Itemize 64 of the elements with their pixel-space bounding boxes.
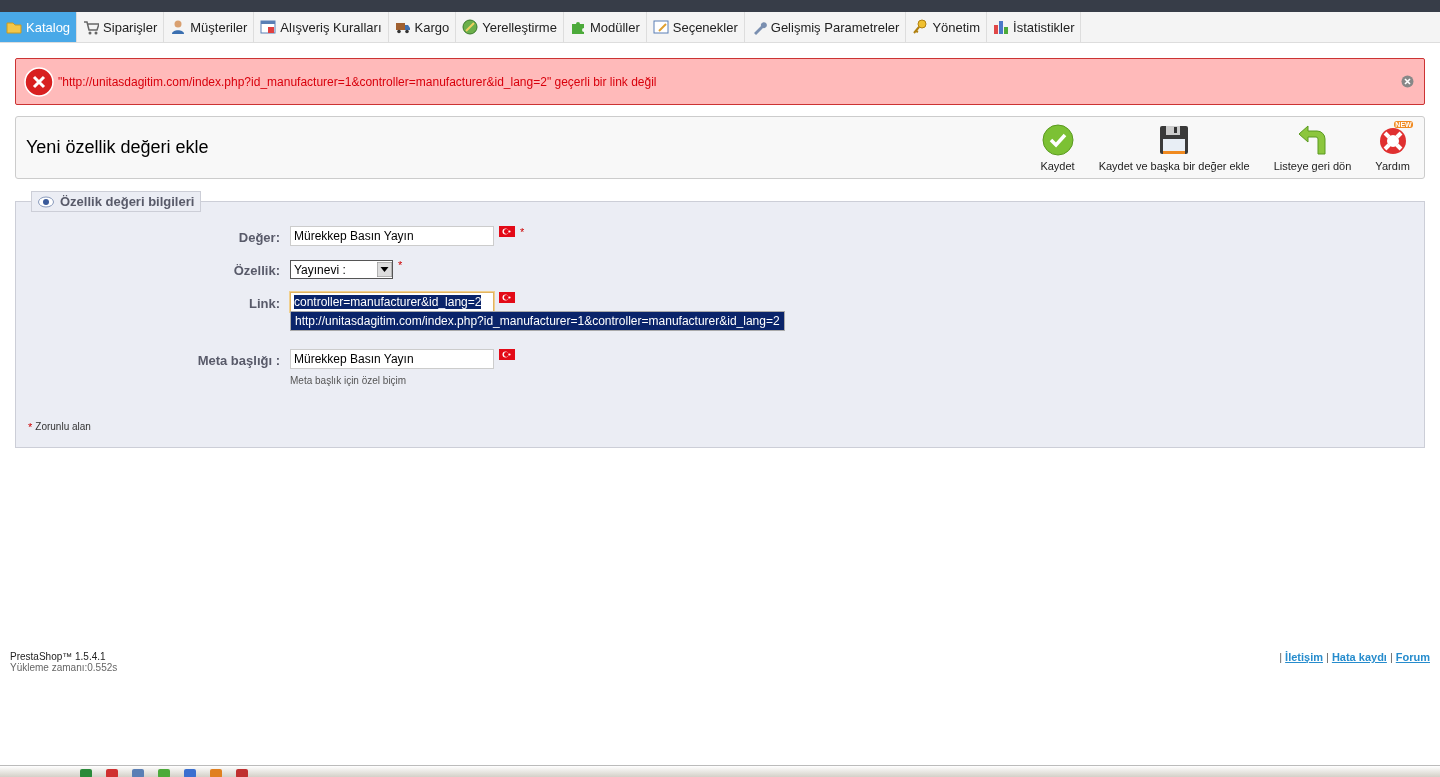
input-field[interactable]: Mürekkep Basın Yayın [290, 349, 494, 369]
error-icon [24, 66, 54, 97]
error-message: "http://unitasdagitim.com/index.php?id_manufacturer=1&controller=manufacturer&id_lang=2" geçerli bir link değil [58, 74, 658, 89]
nav-tab[interactable]: İstatistikler [987, 12, 1082, 42]
flag-icon [499, 349, 515, 360]
autocomplete-suggestion[interactable]: http://unitasdagitim.com/index.php?id_manufacturer=1&controller=manufacturer&id_lang=2 [290, 311, 785, 331]
toolbar-button[interactable]: Listeye geri dön [1269, 123, 1356, 172]
input-field[interactable]: controller=manufacturer&id_lang=2 [290, 292, 494, 312]
nav-tab[interactable]: Modüller [563, 12, 647, 42]
required-mark: * [398, 259, 403, 271]
person-icon [170, 19, 187, 35]
app-icon[interactable] [132, 769, 144, 777]
flag-icon [499, 292, 515, 303]
required-note: Zorunlu alan [35, 421, 91, 433]
nav-tab[interactable]: Alışveriş Kuralları [254, 12, 389, 42]
flag-icon [499, 226, 515, 237]
folder-icon [6, 19, 22, 35]
close-button[interactable] [1401, 75, 1414, 88]
page-title: Yeni özellik değeri ekle [26, 137, 210, 158]
app-icon[interactable] [106, 769, 118, 777]
required-mark: * [28, 421, 33, 433]
bar-chart-icon [993, 19, 1010, 35]
return-arrow-icon [1296, 123, 1329, 156]
nav-tab[interactable]: Yönetim [906, 12, 988, 42]
nav-tab[interactable]: Yerelleştirme [456, 12, 564, 42]
field-hint: Meta başlık için özel biçim [290, 374, 407, 386]
app-icon[interactable] [236, 769, 248, 777]
nav-tab[interactable]: Kargo [388, 12, 457, 42]
toolbar-button[interactable]: Kaydet ve başka bir değer ekle [1094, 123, 1254, 172]
app-icon[interactable] [158, 769, 170, 777]
toolbar-button[interactable]: Kaydet [1036, 123, 1079, 172]
field-label: Link: [247, 295, 280, 312]
puzzle-icon [569, 19, 586, 35]
app-icon[interactable] [210, 769, 222, 777]
nav-tab[interactable]: Gelişmiş Parametreler [744, 12, 907, 42]
caret-icon [377, 262, 392, 277]
app-icon[interactable] [184, 769, 196, 777]
field-label: Meta başlığı : [196, 352, 280, 370]
dropdown[interactable]: Yayınevi : [290, 260, 393, 279]
footer-link[interactable]: Forum [1395, 651, 1430, 673]
separator: | [1389, 651, 1393, 665]
field-label: Değer: [237, 229, 280, 246]
app-icon[interactable] [80, 769, 92, 777]
globe-icon [462, 19, 479, 35]
form-icon [652, 19, 669, 35]
required-mark: * [520, 226, 525, 238]
check-icon [1041, 123, 1074, 156]
load-time-text: Yükleme zamanı:0.552s [10, 662, 118, 673]
footer-link[interactable]: Hata kaydı [1331, 651, 1387, 673]
section-legend: Özellik değeri bilgileri [31, 191, 202, 212]
nav-tab[interactable]: Siparişler [77, 12, 165, 42]
version-text: PrestaShop™ 1.5.4.1 [10, 651, 106, 662]
key-icon [912, 19, 929, 35]
separator: | [1279, 651, 1283, 665]
field-label: Özellik: [232, 262, 280, 279]
nav-tab[interactable]: Müşteriler [164, 12, 255, 42]
cart-icon [83, 19, 100, 35]
separator: | [1326, 651, 1329, 665]
eye-icon [38, 195, 54, 208]
footer-link[interactable]: İletişim [1285, 651, 1323, 673]
window-icon [260, 19, 277, 35]
nav-tab[interactable]: Seçenekler [646, 12, 745, 42]
input-field[interactable]: Mürekkep Basın Yayın [290, 226, 494, 246]
close-icon [1401, 75, 1414, 88]
